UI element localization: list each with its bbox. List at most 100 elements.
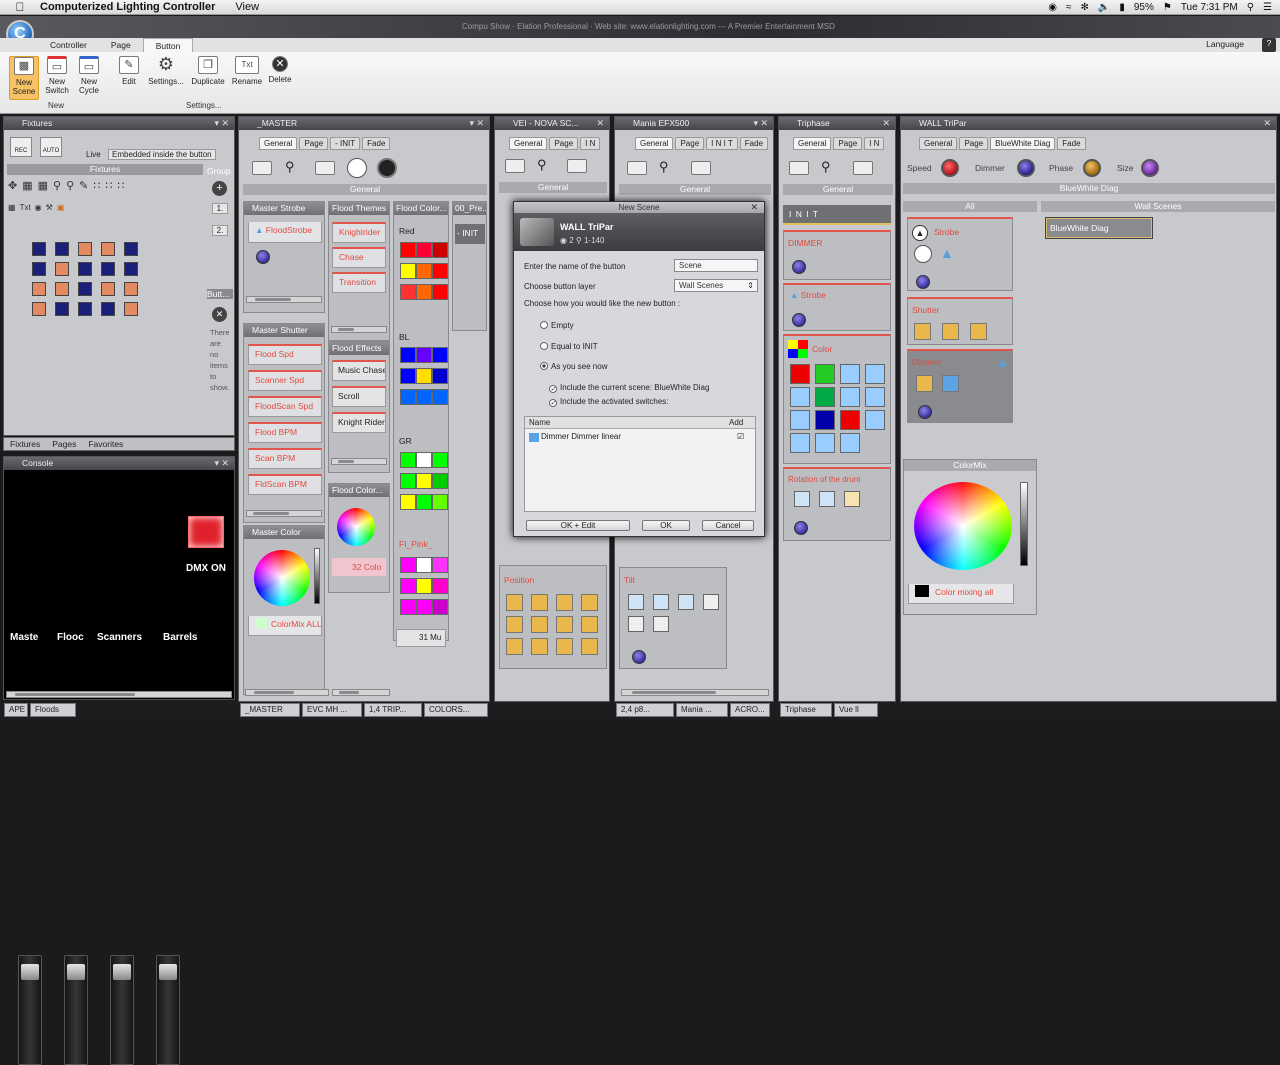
blue-dot-icon[interactable] bbox=[794, 521, 808, 535]
bottom-tab-master[interactable]: _MASTER bbox=[240, 703, 300, 717]
shutter-effect-icon[interactable] bbox=[942, 323, 959, 340]
edit-button[interactable]: ✎ Edit bbox=[114, 56, 144, 86]
group-item-1[interactable]: 1. bbox=[212, 203, 228, 214]
color-wheel-icon[interactable] bbox=[337, 508, 375, 546]
color-swatch-icon[interactable] bbox=[432, 284, 448, 300]
triangle-icon[interactable]: ▲ bbox=[940, 245, 954, 261]
scrollbar[interactable] bbox=[621, 689, 769, 696]
close-icon[interactable]: ▾ ✕ bbox=[753, 117, 768, 130]
effect-music-chase[interactable]: Music Chase bbox=[332, 360, 386, 381]
tab-page[interactable]: Page bbox=[99, 38, 143, 52]
fixture-icon[interactable] bbox=[101, 302, 115, 316]
color-swatch-icon[interactable] bbox=[400, 263, 416, 279]
color-wheel-icon[interactable] bbox=[914, 482, 1012, 570]
fixture-icon[interactable] bbox=[32, 262, 46, 276]
bottom-tab-acro[interactable]: ACRO... bbox=[730, 703, 770, 717]
page-icon[interactable] bbox=[789, 161, 809, 175]
fader-floods[interactable] bbox=[64, 955, 88, 1065]
size-knob[interactable] bbox=[1141, 159, 1159, 177]
include-switches-checkbox[interactable]: ✓ Include the activated switches: bbox=[549, 397, 669, 407]
color-swatch-icon[interactable] bbox=[432, 494, 448, 510]
fixture-icon[interactable] bbox=[101, 262, 115, 276]
close-icon[interactable]: ▾ ✕ bbox=[469, 117, 484, 130]
tab-general[interactable]: General bbox=[509, 137, 548, 150]
tab-fade[interactable]: Fade bbox=[362, 137, 391, 150]
table-icon[interactable]: ▦ bbox=[8, 203, 16, 212]
camera-icon[interactable]: ▣ bbox=[57, 203, 65, 212]
option-empty[interactable]: Empty bbox=[540, 321, 574, 330]
color-swatch-icon[interactable] bbox=[416, 347, 432, 363]
scene-name-field[interactable]: Scene bbox=[674, 259, 758, 272]
tab-general[interactable]: General bbox=[635, 137, 674, 150]
group-item-2[interactable]: 2. bbox=[212, 225, 228, 236]
color32-button[interactable]: 32 Colo bbox=[332, 558, 386, 576]
color-chip-icon[interactable] bbox=[790, 410, 810, 430]
auto-button[interactable]: AUTO bbox=[40, 137, 62, 157]
layout-icon[interactable] bbox=[315, 161, 335, 175]
theme-chase[interactable]: Chase bbox=[332, 247, 386, 268]
color-chip-icon[interactable] bbox=[840, 410, 860, 430]
position-effect-icon[interactable] bbox=[581, 594, 598, 611]
phase-knob[interactable] bbox=[1083, 159, 1101, 177]
new-cycle-button[interactable]: ▭ New Cycle bbox=[74, 56, 104, 95]
bottom-tab-p8[interactable]: 2,4 p8... bbox=[616, 703, 674, 717]
color-chip-icon[interactable] bbox=[790, 387, 810, 407]
table-row[interactable]: Dimmer Dimmer linear ☑ bbox=[525, 431, 755, 443]
layout-icon[interactable] bbox=[853, 161, 873, 175]
fixture-icon[interactable] bbox=[32, 302, 46, 316]
option-equal-init[interactable]: Equal to INIT bbox=[540, 342, 598, 351]
console-scrollbar[interactable] bbox=[6, 691, 232, 698]
fixture-icon[interactable] bbox=[55, 242, 69, 256]
cancel-button[interactable]: Cancel bbox=[702, 520, 754, 531]
dimmer-effect-icon[interactable] bbox=[916, 375, 933, 392]
color-swatch-icon[interactable] bbox=[400, 347, 416, 363]
color-swatch-icon[interactable] bbox=[416, 557, 432, 573]
color-chip-icon[interactable] bbox=[840, 433, 860, 453]
color-swatch-icon[interactable] bbox=[416, 389, 432, 405]
position-effect-icon[interactable] bbox=[531, 616, 548, 633]
battery-icon[interactable]: ▮ bbox=[1119, 2, 1125, 13]
color-swatch-icon[interactable] bbox=[400, 368, 416, 384]
color-chip-icon[interactable] bbox=[790, 364, 810, 384]
bottom-tab-triphase[interactable]: Triphase bbox=[780, 703, 832, 717]
close-icon[interactable]: ▾ ✕ bbox=[214, 457, 229, 470]
colormix-all-button[interactable]: ColorMix ALL bbox=[248, 616, 322, 636]
blue-dot-icon[interactable] bbox=[256, 250, 270, 264]
white-dot-icon[interactable] bbox=[914, 245, 932, 263]
ok-edit-button[interactable]: OK + Edit bbox=[526, 520, 630, 531]
blue-dot-icon[interactable] bbox=[918, 405, 932, 419]
effect-knight-rider[interactable]: Knight Rider bbox=[332, 412, 386, 433]
tab-general[interactable]: General bbox=[919, 137, 958, 150]
layer-select[interactable]: Wall Scenes ⇕ bbox=[674, 279, 758, 292]
layout-icon[interactable] bbox=[567, 159, 587, 173]
scrollbar[interactable] bbox=[246, 296, 322, 303]
bottom-tab-floods[interactable]: Floods bbox=[30, 703, 76, 717]
color-swatch-icon[interactable] bbox=[416, 242, 432, 258]
rec-button[interactable]: REC bbox=[10, 137, 32, 157]
help-icon[interactable]: ? bbox=[1262, 38, 1276, 52]
ok-button[interactable]: OK bbox=[642, 520, 690, 531]
zoom-out-icon[interactable]: ⚲ bbox=[66, 179, 74, 192]
tab-init[interactable]: I N bbox=[864, 137, 885, 150]
blue-dot-icon[interactable] bbox=[792, 260, 806, 274]
tab-page[interactable]: Page bbox=[959, 137, 989, 150]
dock-tab-fixtures[interactable]: Fixtures bbox=[10, 438, 40, 450]
position-effect-icon[interactable] bbox=[506, 638, 523, 655]
effect-scroll[interactable]: Scroll bbox=[332, 386, 386, 407]
tab-page[interactable]: Page bbox=[299, 137, 329, 150]
bottom-tab-mania[interactable]: Mania ... bbox=[676, 703, 728, 717]
language-menu[interactable]: Language bbox=[1206, 39, 1244, 49]
color-swatch-icon[interactable] bbox=[432, 578, 448, 594]
color-swatch-icon[interactable] bbox=[432, 599, 448, 615]
include-scene-checkbox[interactable]: ✓ Include the current scene: BlueWhite Di… bbox=[549, 383, 709, 393]
close-icon[interactable]: ✕ bbox=[750, 202, 758, 213]
tab-general[interactable]: General bbox=[793, 137, 832, 150]
scrollbar[interactable] bbox=[245, 689, 329, 696]
dmx-button[interactable] bbox=[188, 516, 224, 548]
blue-dot-icon[interactable] bbox=[916, 275, 930, 289]
gobo-icon[interactable] bbox=[844, 491, 860, 507]
shutter-flood-spd[interactable]: Flood Spd bbox=[248, 344, 322, 365]
color-swatch-icon[interactable] bbox=[416, 284, 432, 300]
color-swatch-icon[interactable] bbox=[416, 368, 432, 384]
page-icon[interactable] bbox=[627, 161, 647, 175]
